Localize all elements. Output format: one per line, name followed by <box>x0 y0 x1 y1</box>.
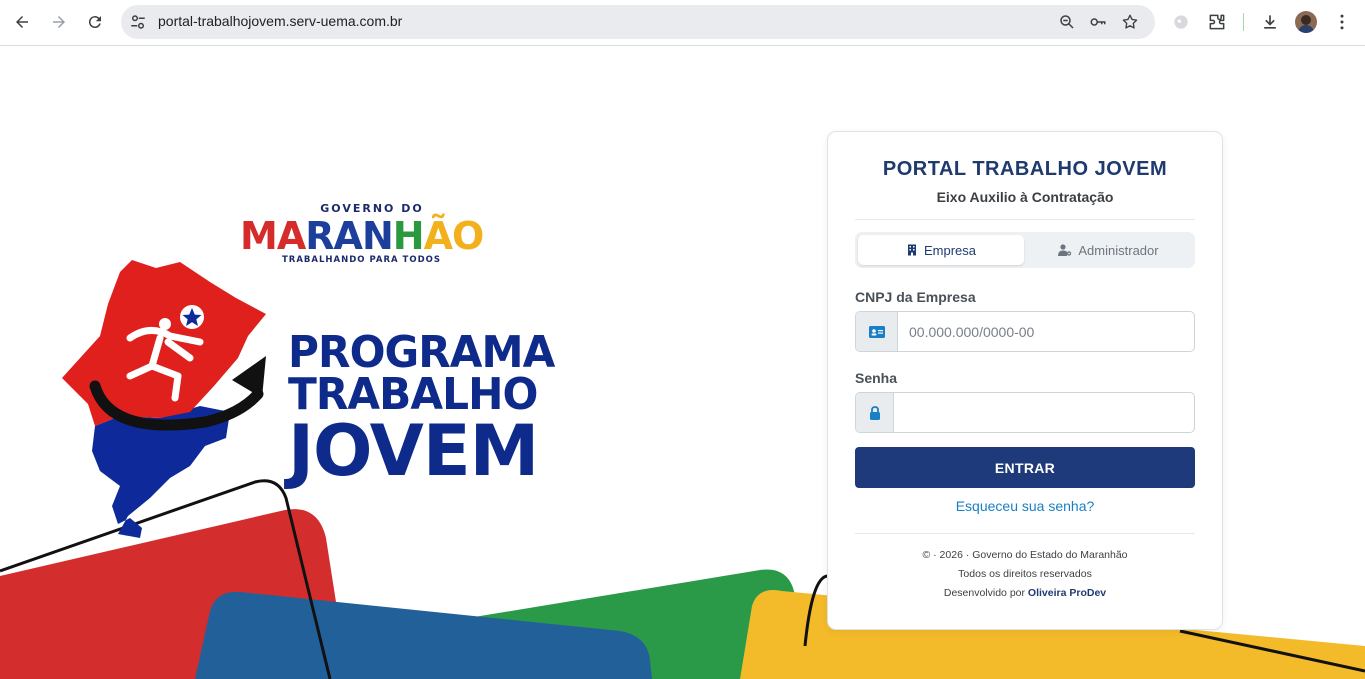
footer-copyright: © · 2026 · Governo do Estado do Maranhão <box>922 549 1128 561</box>
footer-credits-prefix: Desenvolvido por <box>943 587 1025 599</box>
cnpj-input-group <box>855 311 1195 352</box>
program-line-2: TRABALHO <box>288 369 538 420</box>
divider <box>855 533 1195 534</box>
building-icon <box>907 244 916 256</box>
forward-button[interactable] <box>45 8 73 36</box>
senha-input[interactable] <box>904 393 1189 432</box>
login-title: PORTAL TRABALHO JOVEM <box>882 158 1168 180</box>
lock-icon <box>869 405 880 420</box>
download-icon[interactable] <box>1259 11 1281 33</box>
reload-button[interactable] <box>81 8 109 36</box>
gov-logo-slogan: TRABALHANDO PARA TODOS <box>282 255 441 265</box>
toolbar-separator <box>1243 13 1244 31</box>
gov-letter-6: Ã <box>423 214 453 258</box>
zoom-icon[interactable] <box>1058 13 1076 31</box>
key-icon[interactable] <box>1089 13 1107 31</box>
gov-letter-0: M <box>240 214 278 258</box>
site-info-icon[interactable] <box>129 13 147 31</box>
entrar-button[interactable]: ENTRAR <box>855 447 1195 488</box>
page-content: GOVERNO DO MARANHÃO TRABALHANDO PARA TOD… <box>0 46 1365 679</box>
tab-administrador-label: Administrador <box>1078 242 1159 258</box>
profile-avatar[interactable] <box>1295 11 1317 33</box>
login-card: PORTAL TRABALHO JOVEM Eixo Auxilio à Con… <box>827 131 1223 630</box>
tab-empresa-label: Empresa <box>923 242 977 258</box>
cnpj-addon <box>856 312 898 351</box>
tab-administrador[interactable]: Administrador <box>1025 235 1192 265</box>
extensions-icon[interactable] <box>1206 11 1228 33</box>
footer-credits: Desenvolvido por Oliveira ProDev <box>828 587 1222 599</box>
gov-logo-wordmark: MARANHÃO <box>240 214 484 258</box>
cnpj-input[interactable] <box>909 312 1189 351</box>
reload-icon <box>88 16 101 29</box>
footer-rights: Todos os direitos reservados <box>958 568 1092 580</box>
senha-input-group <box>855 392 1195 433</box>
program-wordmark: PROGRAMA TRABALHO JOVEM <box>288 327 565 492</box>
id-card-icon <box>868 325 885 338</box>
gov-letter-2: R <box>305 214 334 258</box>
senha-addon <box>856 393 894 432</box>
program-line-1: PROGRAMA <box>288 327 555 378</box>
senha-label: Senha <box>855 370 898 386</box>
browser-toolbar: portal-trabalhojovem.serv-uema.com.br <box>0 0 1365 46</box>
star-icon[interactable] <box>1121 13 1139 31</box>
url-text[interactable]: portal-trabalhojovem.serv-uema.com.br <box>158 13 402 29</box>
user-cog-icon <box>1058 244 1072 256</box>
cnpj-label: CNPJ da Empresa <box>855 289 976 305</box>
program-line-3: JOVEM <box>288 410 539 492</box>
divider <box>855 219 1195 220</box>
address-bar[interactable]: portal-trabalhojovem.serv-uema.com.br <box>121 5 1155 39</box>
back-button[interactable] <box>8 8 36 36</box>
gov-letter-3: A <box>333 214 363 258</box>
gov-letter-1: A <box>276 214 306 258</box>
extension-puzzle-ghost-icon[interactable] <box>1170 11 1192 33</box>
gov-letter-5: H <box>392 214 425 258</box>
forgot-password-link[interactable]: Esqueceu sua senha? <box>828 498 1222 514</box>
gov-letter-7: O <box>451 214 484 258</box>
login-type-tabs: Empresa Administrador <box>855 232 1195 268</box>
gov-letter-4: N <box>361 214 394 258</box>
login-subtitle: Eixo Auxilio à Contratação <box>936 189 1114 205</box>
menu-dots-icon[interactable] <box>1331 11 1353 33</box>
tab-empresa[interactable]: Empresa <box>858 235 1024 265</box>
arrow-left-icon <box>16 16 28 28</box>
arrow-right-icon <box>53 16 65 28</box>
footer-credits-brand[interactable]: Oliveira ProDev <box>1028 587 1106 599</box>
